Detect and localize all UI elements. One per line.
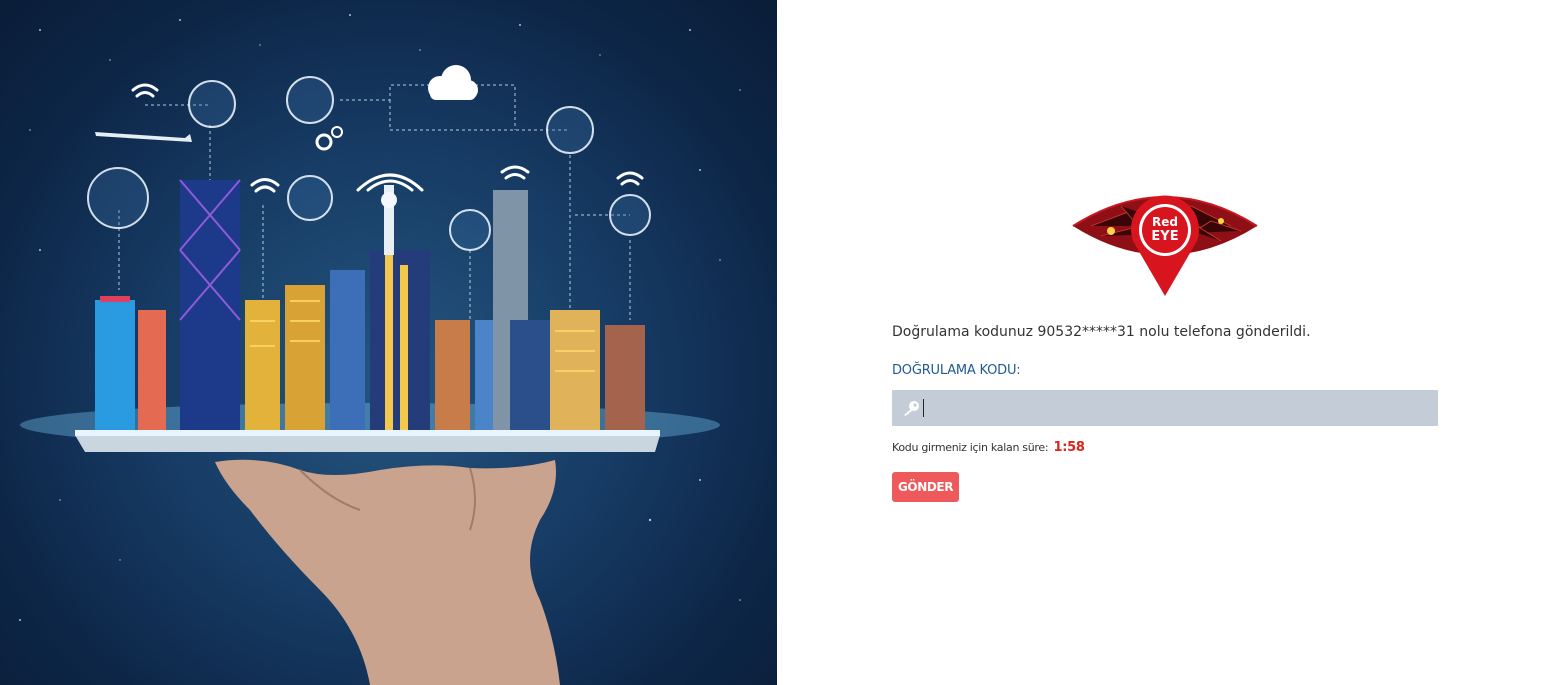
timer-label: Kodu girmeniz için kalan süre: xyxy=(892,441,1049,454)
submit-button[interactable]: GÖNDER xyxy=(892,472,959,502)
timer-row: Kodu girmeniz için kalan süre: 1:58 xyxy=(892,440,1085,455)
code-sent-message: Doğrulama kodunuz 90532*****31 nolu tele… xyxy=(892,324,1311,340)
redeye-logo: Red EYE xyxy=(1071,186,1259,298)
verification-code-input[interactable] xyxy=(922,390,1422,426)
verification-code-field[interactable] xyxy=(892,390,1438,426)
key-icon xyxy=(904,401,919,416)
eye-pin-logo-icon: Red EYE xyxy=(1072,195,1258,296)
text-caret xyxy=(923,399,924,417)
verification-code-label: DOĞRULAMA KODU: xyxy=(892,363,1021,378)
hero-image xyxy=(0,0,777,685)
logo-text-eye: EYE xyxy=(1151,229,1178,244)
logo-text-red: Red xyxy=(1152,215,1178,229)
timer-value: 1:58 xyxy=(1053,440,1085,455)
smart-city-illustration xyxy=(19,14,741,685)
